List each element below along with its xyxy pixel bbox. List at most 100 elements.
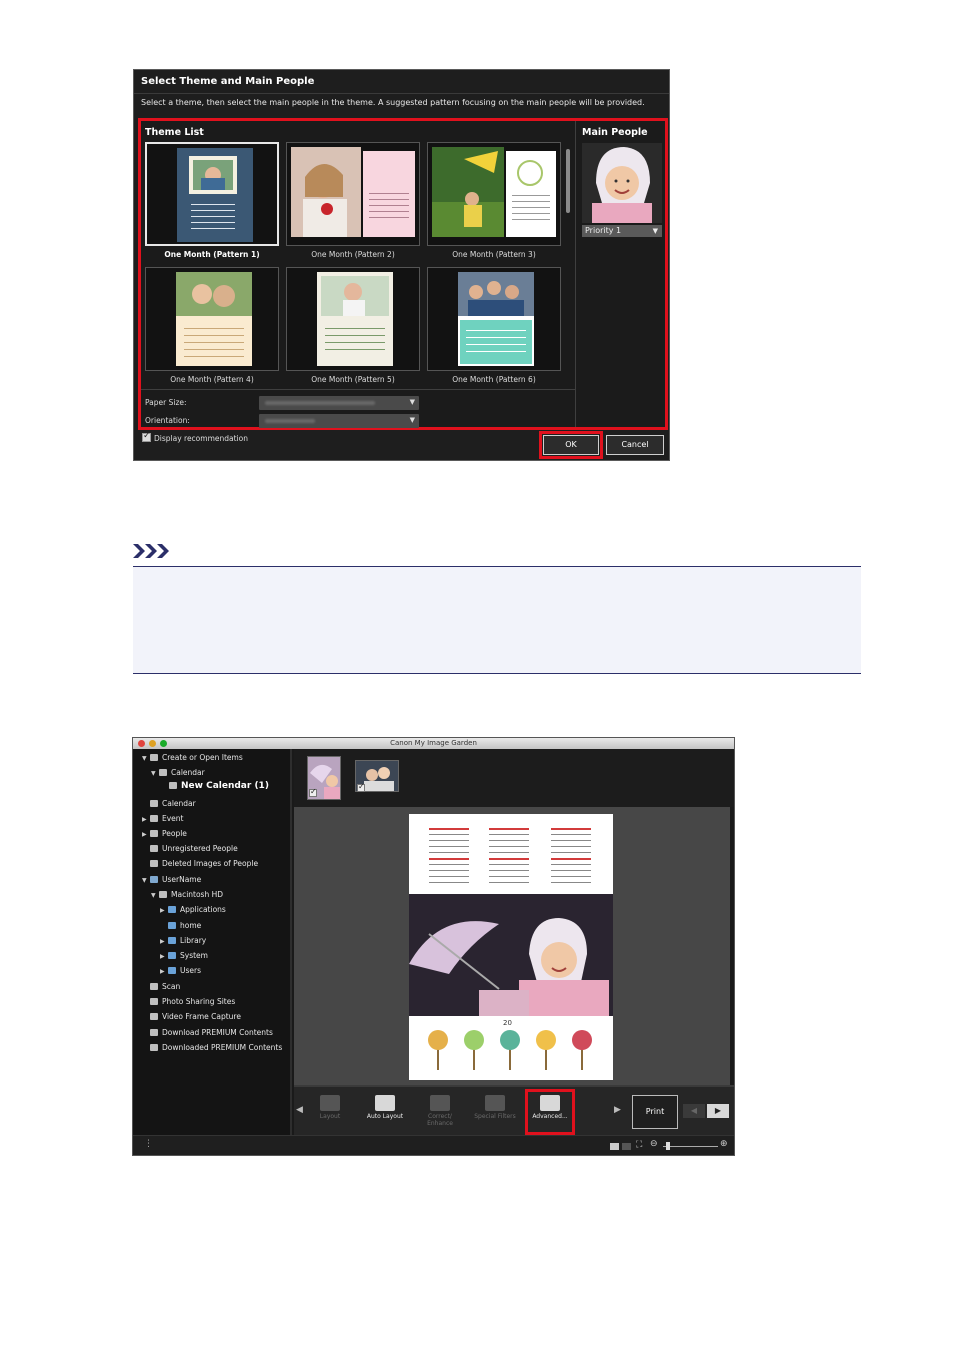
next-page-icon[interactable]: ▶: [707, 1104, 729, 1118]
sidebar-item-photo-sharing-sites[interactable]: Photo Sharing Sites: [150, 997, 235, 1006]
theme-thumbnail-4[interactable]: [145, 267, 279, 371]
sidebar-item-download-premium[interactable]: Download PREMIUM Contents: [150, 1028, 273, 1037]
home-icon: [168, 922, 176, 929]
sidebar-item-scan[interactable]: Scan: [150, 982, 180, 991]
panel-divider: [141, 389, 575, 390]
theme-list-label: Theme List: [145, 127, 204, 138]
calendar-icon: [159, 769, 167, 776]
paper-size-select[interactable]: ▼: [259, 396, 419, 410]
scan-icon: [150, 983, 158, 990]
print-button[interactable]: Print: [632, 1095, 678, 1129]
window-titlebar: Canon My Image Garden: [133, 738, 734, 749]
thumbnail-view-icon[interactable]: [622, 1143, 631, 1150]
priority-select[interactable]: Priority 1 ▼: [582, 225, 662, 237]
panel-divider: [575, 121, 576, 427]
theme-label-1: One Month (Pattern 1): [164, 250, 260, 259]
filmstrip-checkbox[interactable]: [309, 787, 317, 797]
sidebar-item-people[interactable]: ▶ People: [142, 829, 187, 838]
theme-thumbnail-2[interactable]: [286, 142, 420, 246]
sidebar-item-unregistered-people[interactable]: Unregistered People: [150, 844, 238, 853]
disclosure-icon[interactable]: ▶: [142, 831, 150, 838]
scroll-left-icon[interactable]: ◀: [296, 1105, 303, 1115]
folder-icon: [168, 937, 176, 944]
video-icon: [150, 1013, 158, 1020]
sidebar-item-create-or-open-items[interactable]: ▼ Create or Open Items: [142, 753, 243, 762]
theme-thumbnail-5[interactable]: [286, 267, 420, 371]
folder-icon: [168, 906, 176, 913]
theme-thumbnail-3[interactable]: [427, 142, 561, 246]
sidebar-item-event[interactable]: ▶ Event: [142, 814, 184, 823]
theme-thumbnail-6[interactable]: [427, 267, 561, 371]
checkbox-icon[interactable]: [142, 431, 151, 442]
correct-enhance-icon: [430, 1095, 450, 1111]
my-image-garden-window: Canon My Image Garden ▼ Create or Open It…: [132, 737, 735, 1156]
filmstrip-checkbox[interactable]: [357, 782, 365, 792]
display-recommendation-option[interactable]: Display recommendation: [142, 431, 248, 443]
theme-preview-image: [317, 272, 393, 366]
disclosure-icon[interactable]: ▶: [160, 907, 168, 914]
sidebar-item-macintosh-hd[interactable]: ▼ Macintosh HD: [151, 890, 223, 899]
disclosure-icon[interactable]: ▶: [160, 968, 168, 975]
disclosure-icon[interactable]: ▶: [142, 816, 150, 823]
folder-icon: [168, 967, 176, 974]
zoom-window-icon[interactable]: [160, 740, 167, 747]
sidebar-item-new-calendar[interactable]: New Calendar (1): [169, 781, 269, 791]
main-people-photo[interactable]: [582, 143, 662, 223]
orientation-select[interactable]: ▼: [259, 414, 419, 428]
disclosure-icon[interactable]: ▶: [160, 953, 168, 960]
theme-label-2: One Month (Pattern 2): [311, 250, 395, 259]
zoom-slider[interactable]: [663, 1146, 718, 1147]
sidebar-item-username[interactable]: ▼ UserName: [142, 875, 201, 884]
sidebar-item-library[interactable]: ▶ Library: [160, 936, 206, 945]
calendar-page[interactable]: 20: [409, 814, 613, 1080]
zoom-out-icon[interactable]: ⊖: [650, 1139, 658, 1149]
special-filters-button[interactable]: Special Filters: [470, 1095, 520, 1120]
ok-button[interactable]: OK: [543, 435, 599, 455]
sidebar-item-users[interactable]: ▶ Users: [160, 966, 201, 975]
scroll-right-icon[interactable]: ▶: [614, 1105, 621, 1115]
sidebar-item-downloaded-premium[interactable]: Downloaded PREMIUM Contents: [150, 1043, 282, 1052]
downloaded-icon: [150, 1044, 158, 1051]
more-options-icon[interactable]: ⋮: [144, 1139, 153, 1149]
folder-icon: [168, 952, 176, 959]
sidebar-item-applications[interactable]: ▶ Applications: [160, 905, 226, 914]
disclosure-icon[interactable]: ▼: [142, 877, 150, 884]
disclosure-icon[interactable]: ▼: [142, 755, 150, 762]
theme-preview-image: [176, 272, 252, 366]
theme-preview-image: [432, 147, 556, 237]
correct-enhance-button[interactable]: Correct/ Enhance: [415, 1095, 465, 1127]
cancel-button[interactable]: Cancel: [606, 435, 664, 455]
layout-icon: [320, 1095, 340, 1111]
zoom-in-icon[interactable]: ⊕: [720, 1139, 728, 1149]
single-view-icon[interactable]: [610, 1143, 619, 1150]
bottom-toolbar: ◀ Layout Auto Layout Correct/ Enhance Sp…: [294, 1085, 734, 1135]
select-theme-dialog: Select Theme and Main People Select a th…: [133, 69, 670, 461]
special-filters-icon: [485, 1095, 505, 1111]
calendar-item-icon: [169, 782, 177, 789]
orientation-label: Orientation:: [145, 416, 190, 425]
sidebar-item-video-frame-capture[interactable]: Video Frame Capture: [150, 1012, 241, 1021]
sidebar-item-system[interactable]: ▶ System: [160, 951, 208, 960]
dialog-description: Select a theme, then select the main peo…: [141, 98, 645, 107]
theme-list-scrollbar[interactable]: [566, 149, 570, 213]
zoom-slider-handle[interactable]: [666, 1142, 670, 1150]
edit-canvas: 20: [294, 807, 730, 1085]
sidebar-item-home[interactable]: home: [168, 921, 201, 930]
theme-label-3: One Month (Pattern 3): [452, 250, 536, 259]
chevron-down-icon: ▼: [652, 227, 658, 235]
minimize-window-icon[interactable]: [149, 740, 156, 747]
create-icon: [150, 754, 158, 761]
auto-layout-button[interactable]: Auto Layout: [360, 1095, 410, 1120]
sidebar-item-calendar-folder[interactable]: ▼ Calendar: [151, 768, 205, 777]
sidebar-item-calendar-view[interactable]: Calendar: [150, 799, 196, 808]
disclosure-icon[interactable]: ▼: [151, 770, 159, 777]
theme-thumbnail-1[interactable]: [145, 142, 279, 246]
disclosure-icon[interactable]: ▶: [160, 938, 168, 945]
disclosure-icon[interactable]: ▼: [151, 892, 159, 899]
close-window-icon[interactable]: [138, 740, 145, 747]
full-screen-icon[interactable]: ⛶: [636, 1140, 642, 1150]
sidebar-item-deleted-images[interactable]: Deleted Images of People: [150, 859, 258, 868]
layout-button[interactable]: Layout: [305, 1095, 355, 1120]
previous-page-icon[interactable]: ◀: [683, 1104, 705, 1118]
theme-label-4: One Month (Pattern 4): [170, 375, 254, 384]
